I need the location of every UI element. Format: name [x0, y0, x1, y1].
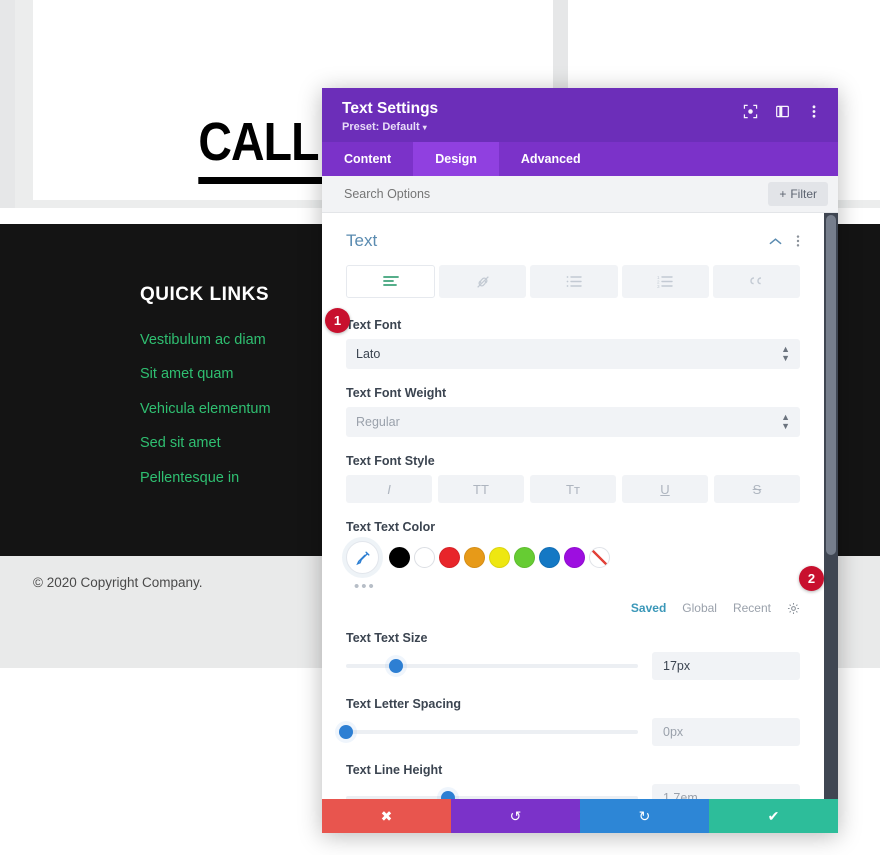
modal-header: Text Settings Preset: Default ▾ — [322, 88, 838, 143]
capitalize-button[interactable]: Tт — [530, 475, 616, 504]
modal-body: Text 1 2 3 Text Font Lato ▲ ▼ Text Font … — [322, 213, 838, 799]
field-letter-spacing: Text Letter Spacing 0px — [339, 697, 800, 747]
slider-knob[interactable] — [441, 791, 456, 799]
palette-tab-saved[interactable]: Saved — [631, 601, 666, 615]
filter-button[interactable]: + Filter — [768, 182, 828, 207]
callout-badge-1: 1 — [325, 308, 350, 333]
filter-button-label: Filter — [790, 187, 817, 202]
svg-text:3: 3 — [657, 284, 660, 288]
chevron-updown-icon: ▲ ▼ — [781, 412, 790, 432]
tab-design[interactable]: Design — [413, 142, 499, 177]
tab-content[interactable]: Content — [322, 142, 413, 176]
tab-advanced[interactable]: Advanced — [499, 142, 603, 176]
letter-spacing-value[interactable]: 0px — [652, 718, 800, 747]
gear-icon[interactable] — [787, 602, 800, 615]
letter-spacing-slider[interactable] — [339, 723, 638, 741]
swatch-orange[interactable] — [464, 547, 485, 569]
text-font-value: Lato — [356, 347, 381, 362]
redo-button[interactable]: ↻ — [580, 799, 709, 833]
text-color-label: Text Text Color — [346, 520, 436, 535]
swatch-purple[interactable] — [564, 547, 585, 569]
link-off-icon[interactable] — [439, 265, 527, 299]
swatch-red[interactable] — [439, 547, 460, 569]
more-vertical-icon[interactable] — [796, 234, 800, 248]
field-text-font: Text Font Lato ▲ ▼ — [346, 318, 800, 370]
search-row: + Filter — [322, 176, 838, 214]
modal-header-icons — [742, 99, 822, 119]
search-input[interactable] — [344, 187, 644, 202]
line-height-slider[interactable] — [346, 789, 638, 799]
unordered-list-icon[interactable] — [530, 265, 618, 299]
palette-tab-recent[interactable]: Recent — [733, 601, 771, 615]
modal-footer-actions: ✖ ↺ ↻ ✔ — [322, 799, 838, 833]
text-font-weight-value: Regular — [356, 415, 400, 430]
text-size-value[interactable]: 17px — [652, 652, 800, 681]
strikethrough-button[interactable]: S — [714, 475, 800, 504]
slider-track — [346, 796, 638, 799]
field-text-size: Text Text Size 17px — [346, 631, 800, 681]
swatch-none[interactable] — [589, 547, 610, 569]
modal-scrollbar[interactable] — [824, 213, 838, 799]
swatch-yellow[interactable] — [489, 547, 510, 569]
swatch-white[interactable] — [414, 547, 435, 569]
more-colors-button[interactable]: ••• — [354, 578, 800, 595]
text-font-weight-select[interactable]: Regular ▲ ▼ — [346, 407, 800, 438]
scrollbar-thumb[interactable] — [826, 215, 836, 556]
layout-panel-icon[interactable] — [774, 103, 790, 119]
modal-tabs: Content Design Advanced — [322, 142, 838, 177]
italic-button[interactable]: I — [346, 475, 432, 504]
column-divider-edge — [0, 0, 15, 208]
field-text-color: Text Text Color ••• — [346, 520, 800, 595]
line-height-label: Text Line Height — [346, 763, 443, 778]
field-text-font-weight: Text Font Weight Regular ▲ ▼ — [346, 386, 800, 438]
swatch-black[interactable] — [389, 547, 410, 569]
underline-button[interactable]: U — [622, 475, 708, 504]
save-button[interactable]: ✔ — [709, 799, 838, 833]
field-line-height: Text Line Height 1.7em — [346, 763, 800, 799]
modal-title: Text Settings — [342, 100, 439, 117]
undo-button[interactable]: ↺ — [451, 799, 580, 833]
paragraph-align-icon[interactable] — [346, 265, 436, 299]
modal-preset[interactable]: Preset: Default ▾ — [342, 121, 438, 133]
text-size-slider[interactable] — [346, 657, 638, 675]
letter-spacing-label: Text Letter Spacing — [346, 697, 462, 712]
slider-knob[interactable] — [388, 659, 403, 674]
text-settings-modal: Text Settings Preset: Default ▾ Content … — [322, 88, 838, 833]
eyedropper-icon[interactable] — [346, 541, 379, 575]
palette-tabs-row: Saved Global Recent — [346, 601, 800, 615]
palette-tab-global[interactable]: Global — [682, 601, 717, 615]
text-font-style-label: Text Font Style — [346, 454, 435, 469]
swatch-blue[interactable] — [539, 547, 560, 569]
more-vertical-icon[interactable] — [806, 103, 822, 119]
format-toolbar: 1 2 3 — [346, 265, 801, 299]
text-font-select[interactable]: Lato ▲ ▼ — [346, 339, 800, 370]
text-font-label: Text Font — [346, 318, 402, 333]
slider-track — [346, 730, 638, 735]
chevron-down-icon: ▾ — [422, 123, 427, 133]
field-text-font-style: Text Font Style I TT Tт U S — [346, 454, 800, 504]
blockquote-icon[interactable] — [712, 265, 801, 299]
chevron-up-icon[interactable] — [769, 237, 782, 246]
swatch-green[interactable] — [514, 547, 535, 569]
uppercase-button[interactable]: TT — [438, 475, 524, 504]
section-title: Text — [346, 231, 378, 251]
section-header-text: Text — [346, 213, 800, 265]
text-size-label: Text Text Size — [346, 631, 428, 646]
site-copyright: © 2020 Copyright Company. — [33, 575, 203, 590]
focus-target-icon[interactable] — [742, 103, 758, 119]
chevron-updown-icon: ▲ ▼ — [781, 344, 790, 364]
settings-scroll-area: Text 1 2 3 Text Font Lato ▲ ▼ Text Font … — [322, 213, 824, 799]
callout-badge-2: 2 — [799, 566, 824, 591]
plus-icon: + — [779, 187, 787, 202]
ordered-list-icon[interactable]: 1 2 3 — [621, 265, 709, 299]
cancel-button[interactable]: ✖ — [322, 799, 451, 833]
modal-preset-label: Preset: Default — [342, 121, 420, 134]
line-height-value[interactable]: 1.7em — [652, 784, 800, 799]
slider-knob[interactable] — [339, 725, 353, 740]
text-font-weight-label: Text Font Weight — [346, 386, 447, 401]
